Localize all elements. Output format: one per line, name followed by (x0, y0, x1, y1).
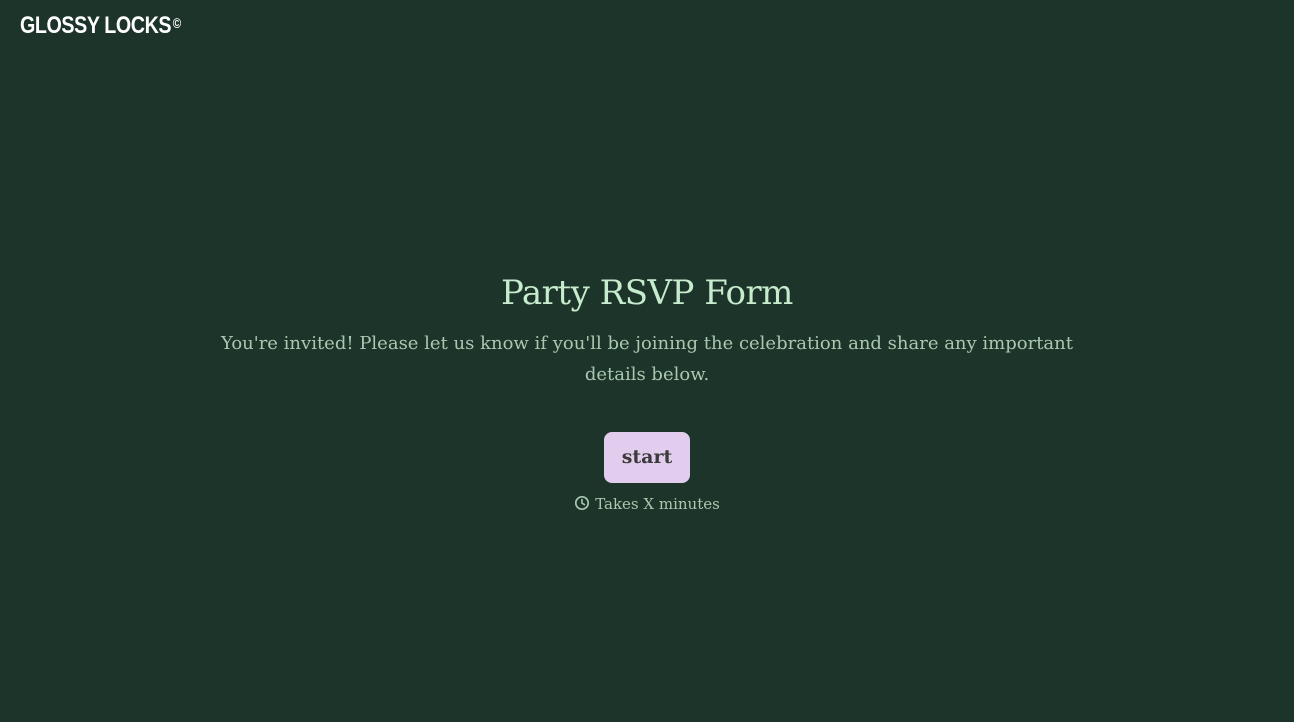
start-button[interactable]: start (604, 432, 690, 483)
duration-note: Takes X minutes (0, 493, 1294, 515)
duration-text: Takes X minutes (595, 495, 720, 513)
form-description: You're invited! Please let us know if yo… (221, 333, 1073, 385)
copyright-mark: © (172, 15, 181, 31)
welcome-screen: Party RSVP Form You're invited! Please l… (0, 270, 1294, 515)
form-title: Party RSVP Form (501, 273, 793, 313)
brand-name: GLOSSY LOCKS (20, 12, 172, 39)
brand-logo[interactable]: GLOSSY LOCKS © (20, 12, 181, 40)
clock-icon (574, 495, 590, 511)
